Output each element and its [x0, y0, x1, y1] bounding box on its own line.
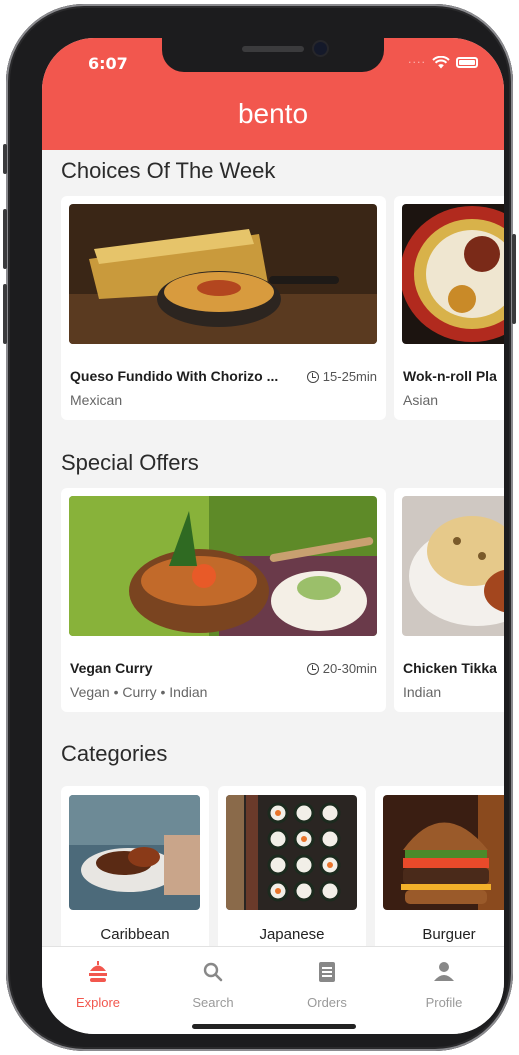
- dish-cuisine: Indian: [403, 684, 442, 700]
- tab-label: Search: [192, 995, 234, 1010]
- phone-frame: 6:07 ···· bento Choices Of The Week Ques…: [3, 4, 516, 1051]
- section-title-offers: Special Offers: [61, 450, 199, 475]
- burger-icon: [89, 961, 107, 982]
- person-icon: [434, 962, 454, 981]
- tab-bar: Explore Search Orders Profile: [42, 946, 504, 1034]
- dish-card[interactable]: Vegan Curry Vegan • Curry • Indian 20-30…: [61, 488, 386, 712]
- dish-photo: [69, 204, 377, 344]
- tab-label: Orders: [307, 995, 347, 1010]
- delivery-time: 15-25min: [306, 369, 377, 384]
- status-time: 6:07: [88, 54, 128, 73]
- tab-explore[interactable]: Explore: [48, 959, 148, 1010]
- power-button: [512, 234, 516, 324]
- dish-cuisine: Vegan • Curry • Indian: [70, 684, 208, 700]
- delivery-time-text: 15-25min: [322, 369, 377, 384]
- category-photo: [69, 795, 200, 910]
- tab-search[interactable]: Search: [163, 959, 263, 1010]
- dish-name: Wok-n-roll Pla: [403, 368, 497, 384]
- dish-name: Vegan Curry: [70, 660, 153, 676]
- dish-photo: [402, 204, 504, 344]
- mute-switch: [3, 144, 7, 174]
- home-indicator[interactable]: [192, 1024, 356, 1029]
- app-screen: 6:07 ···· bento Choices Of The Week Ques…: [42, 38, 504, 1034]
- category-photo: [383, 795, 504, 910]
- volume-down-button: [3, 284, 7, 344]
- category-label: Burguer: [422, 926, 476, 943]
- category-card-caribbean[interactable]: Caribbean: [61, 786, 209, 956]
- dish-name: Queso Fundido With Chorizo ...: [70, 368, 279, 384]
- tab-label: Explore: [75, 995, 121, 1010]
- dish-card[interactable]: Queso Fundido With Chorizo ... Mexican 1…: [61, 196, 386, 420]
- speaker: [242, 46, 304, 52]
- section-title-choices: Choices Of The Week: [61, 158, 276, 183]
- status-icons: ····: [408, 56, 478, 69]
- dish-card[interactable]: Wok-n-roll Pla Asian: [394, 196, 504, 420]
- notch: [162, 38, 384, 72]
- category-photo: [226, 795, 357, 910]
- delivery-time-text: 20-30min: [322, 661, 377, 676]
- category-card-burguer[interactable]: Burguer: [375, 786, 504, 956]
- dish-photo: [69, 496, 377, 636]
- battery-icon: [456, 57, 478, 68]
- category-card-japanese[interactable]: Japanese: [218, 786, 366, 956]
- receipt-icon: [319, 962, 335, 982]
- clock-icon: [306, 662, 319, 675]
- volume-up-button: [3, 209, 7, 269]
- clock-icon: [306, 370, 319, 383]
- dish-photo: [402, 496, 504, 636]
- app-title: bento: [237, 98, 309, 129]
- signal-icon: ····: [408, 56, 426, 69]
- dish-cuisine: Mexican: [70, 392, 123, 408]
- dish-card[interactable]: Chicken Tikka Indian: [394, 488, 504, 712]
- search-icon: [203, 962, 223, 982]
- section-title-categories: Categories: [61, 741, 168, 766]
- dish-cuisine: Asian: [403, 392, 439, 408]
- tab-profile[interactable]: Profile: [394, 959, 494, 1010]
- category-label: Japanese: [259, 926, 325, 943]
- dish-name: Chicken Tikka: [403, 660, 497, 676]
- category-label: Caribbean: [100, 926, 170, 943]
- tab-label: Profile: [425, 995, 463, 1010]
- front-camera: [314, 42, 327, 55]
- tab-orders[interactable]: Orders: [277, 959, 377, 1010]
- delivery-time: 20-30min: [306, 661, 377, 676]
- wifi-icon: [432, 56, 450, 69]
